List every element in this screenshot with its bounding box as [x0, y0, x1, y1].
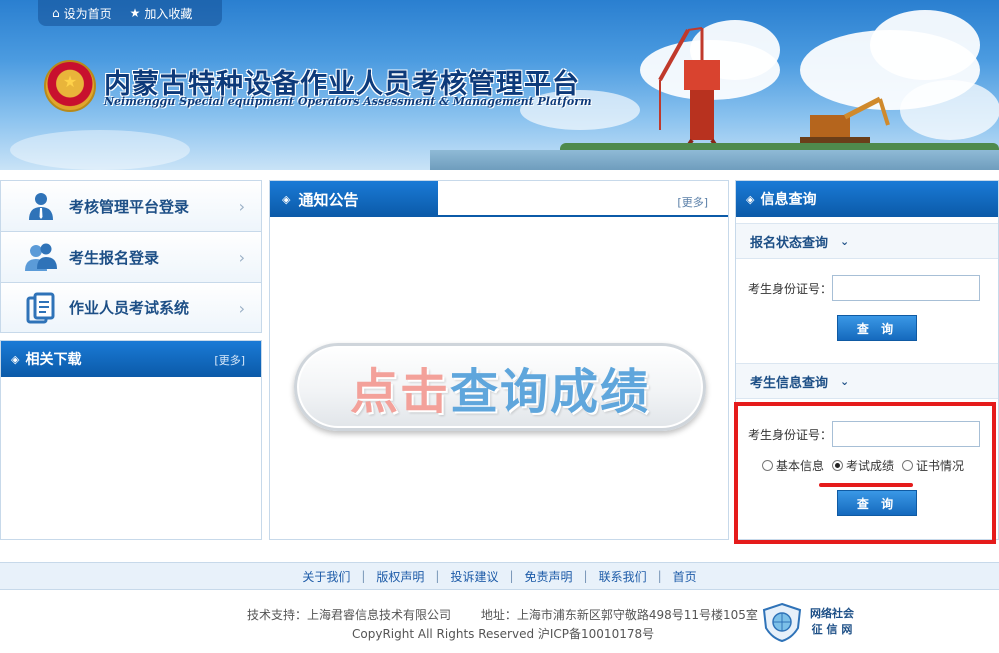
- notices-panel: ◈ 通知公告 [更多] 点击 查询成绩: [269, 180, 729, 540]
- header-banner: ⌂ 设为首页 ★ 加入收藏 内蒙古特种设备作业人员考核管理平台 Neimengg…: [0, 0, 999, 170]
- add-favorite-label: 加入收藏: [144, 6, 193, 21]
- highlight-box: [734, 402, 996, 544]
- downloads-title: 相关下载: [25, 352, 82, 368]
- downloads-more-link[interactable]: [更多]: [214, 352, 245, 368]
- registration-id-row: 考生身份证号：: [736, 275, 998, 301]
- tech-support-text: 技术支持：上海君睿信息技术有限公司: [247, 608, 452, 622]
- chevron-right-icon: ›: [238, 299, 245, 318]
- chevron-down-icon: ⌄: [840, 234, 850, 248]
- menu-admin-login[interactable]: 考核管理平台登录 ›: [0, 180, 262, 231]
- footer-link-contact[interactable]: 联系我们: [588, 568, 658, 585]
- set-home-link[interactable]: ⌂ 设为首页: [52, 5, 112, 22]
- add-favorite-link[interactable]: ★ 加入收藏: [130, 5, 193, 22]
- registration-id-input[interactable]: [832, 275, 980, 301]
- chevron-right-icon: ›: [238, 248, 245, 267]
- score-query-button-part1: 点击: [349, 364, 450, 420]
- footer-link-copyright[interactable]: 版权声明: [365, 568, 435, 585]
- registration-id-label: 考生身份证号：: [748, 281, 833, 296]
- chevron-right-icon: ›: [238, 197, 245, 216]
- candidate-info-section-header[interactable]: 考生信息查询 ⌄: [736, 363, 998, 399]
- tab-notices[interactable]: ◈ 通知公告: [270, 181, 438, 217]
- badge-line2: 征 信 网: [811, 623, 853, 636]
- water-decoration: [430, 150, 999, 170]
- document-icon: [23, 290, 59, 326]
- chevron-down-icon: ⌄: [840, 374, 850, 388]
- footer-link-home[interactable]: 首页: [662, 568, 708, 585]
- set-home-label: 设为首页: [63, 6, 112, 21]
- badge-line1: 网络社会: [810, 607, 854, 620]
- double-chevron-icon: ◈: [11, 352, 20, 366]
- downloads-panel: ◈ 相关下载 [更多]: [0, 340, 262, 540]
- highlight-underline: [819, 483, 913, 487]
- site-subtitle: Neimenggu Special equipment Operators As…: [104, 95, 592, 108]
- footer-links: 关于我们 | 版权声明 | 投诉建议 | 免责声明 | 联系我们 | 首页: [0, 562, 999, 590]
- info-query-title: 信息查询: [760, 192, 817, 208]
- menu-candidate-login[interactable]: 考生报名登录 ›: [0, 231, 262, 282]
- notices-title: 通知公告: [298, 190, 359, 209]
- registration-query-button[interactable]: 查 询: [837, 315, 917, 341]
- copyright-text: CopyRight All Rights Reserved 沪ICP备10010…: [352, 627, 655, 641]
- info-query-header: ◈ 信息查询: [736, 181, 998, 217]
- address-text: 地址：上海市浦东新区郭守敬路498号11号楼105室: [480, 608, 758, 622]
- menu-admin-login-label: 考核管理平台登录: [69, 197, 190, 216]
- notices-more-link[interactable]: [更多]: [677, 194, 708, 210]
- menu-exam-system[interactable]: 作业人员考试系统 ›: [0, 282, 262, 333]
- notices-header: ◈ 通知公告 [更多]: [270, 181, 728, 217]
- footer-link-about[interactable]: 关于我们: [291, 568, 361, 585]
- star-icon: ★: [129, 6, 141, 20]
- score-query-button-part2: 查询成绩: [450, 364, 651, 420]
- registration-status-title: 报名状态查询: [750, 235, 829, 251]
- footer-link-disclaimer[interactable]: 免责声明: [514, 568, 584, 585]
- menu-exam-system-label: 作业人员考试系统: [69, 299, 190, 317]
- score-query-button[interactable]: 点击 查询成绩: [294, 343, 706, 431]
- top-quick-bar: ⌂ 设为首页 ★ 加入收藏: [38, 0, 222, 26]
- home-icon: ⌂: [52, 6, 60, 20]
- credit-network-badge[interactable]: 网络社会 征 信 网: [760, 600, 878, 644]
- double-chevron-icon: ◈: [746, 192, 755, 206]
- registration-status-section-header[interactable]: 报名状态查询 ⌄: [736, 223, 998, 259]
- downloads-header: ◈ 相关下载 [更多]: [1, 341, 261, 377]
- menu-candidate-login-label: 考生报名登录: [69, 248, 160, 267]
- login-menu: 考核管理平台登录 › 考生报名登录 › 作业人员考试系统 ›: [0, 180, 262, 333]
- person-icon: [23, 188, 59, 224]
- national-emblem-logo: [44, 60, 96, 112]
- footer-link-complaints[interactable]: 投诉建议: [439, 568, 509, 585]
- double-chevron-icon: ◈: [282, 192, 291, 206]
- candidate-info-title: 考生信息查询: [750, 375, 829, 391]
- users-icon: [23, 239, 59, 275]
- shield-icon: [762, 602, 802, 642]
